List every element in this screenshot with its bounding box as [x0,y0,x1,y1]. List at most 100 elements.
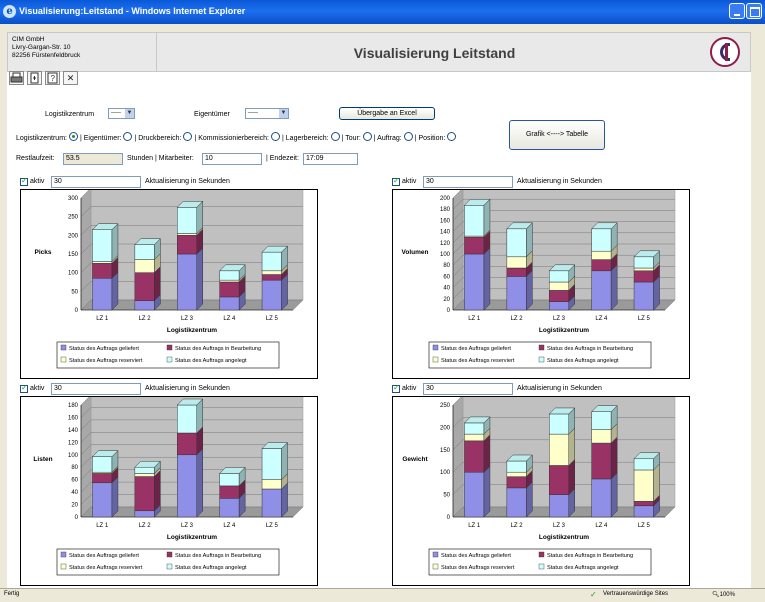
legend-label: Status des Auftrags geliefert [441,346,511,352]
bar-side-2 [154,469,161,512]
radio-button[interactable] [68,132,78,141]
y-tick-label: 150 [68,252,79,258]
security-zone: Vertrauenswürdige Sites [603,591,669,597]
bar-segment-3 [591,429,612,444]
bar-side-4 [111,223,119,263]
aktiv-checkbox[interactable] [392,176,400,186]
legend-label: Status des Auftrags in Bearbeitung [175,553,261,559]
radio-auftrag[interactable]: | Auftrag: [374,132,415,142]
x-tick-label: LZ 2 [139,316,152,322]
cim-logo [710,37,740,67]
printer-icon[interactable] [9,71,24,85]
bar-segment-4 [134,244,155,260]
radio-logistikzentrum[interactable]: Logistikzentrum: [16,132,80,142]
radio-button[interactable] [362,132,372,141]
y-tick-label: 120 [68,440,79,446]
maximize-button[interactable] [746,3,762,19]
radio-tour[interactable]: | Tour: [342,132,374,142]
bar-segment-1 [134,510,155,518]
bar-segment-1 [92,482,113,518]
y-tick-label: 60 [443,274,450,280]
endezeit-label: | Endezeit: [266,155,299,162]
bar-segment-3 [633,469,654,502]
radio-button[interactable] [271,132,281,141]
y-tick-label: 140 [440,230,451,236]
radio-eigentuemer[interactable]: | Eigentümer: [80,132,135,142]
bar-segment-4 [633,458,654,471]
company-city: 82256 Fürstenfeldbruck [12,52,81,59]
legend-swatch [432,551,439,558]
logistikzentrum-select[interactable]: ----- ▼ [108,108,135,119]
bar-segment-2 [219,485,240,499]
minimize-button[interactable] [729,3,745,19]
radio-position[interactable]: | Position: [415,132,459,142]
bar-side-2 [483,434,491,473]
radio-button[interactable] [183,132,193,141]
y-tick-label: 160 [440,218,451,224]
aktiv-checkbox[interactable] [20,176,28,186]
y-tick-label: 140 [68,428,79,434]
bar-segment-2 [591,442,612,480]
interval-input[interactable]: 30 [51,176,141,188]
x-tick-label: LZ 3 [553,316,566,322]
bar-segment-4 [134,466,155,474]
bar-segment-4 [92,229,113,262]
aktiv-checkbox[interactable] [392,383,400,393]
bar-side-3 [653,463,660,502]
bar-segment-4 [261,448,282,480]
aktiv-label: aktiv [402,385,417,392]
bar-side-1 [196,448,204,518]
y-tick-label: 80 [71,465,78,471]
aktiv-checkbox[interactable] [20,383,28,393]
bar-side-4 [483,198,491,237]
bar-side-1 [483,465,491,518]
bar-segment-2 [219,281,240,298]
radio-druckbereich[interactable]: | Druckbereich: [134,132,194,142]
radio-button[interactable] [330,132,340,141]
zoom-level[interactable]: 🔍︎100% [712,591,735,598]
radio-button[interactable] [447,132,457,141]
y-tick-label: 300 [68,196,79,202]
radio-button[interactable] [123,132,133,141]
x-tick-label: LZ 1 [96,523,109,529]
y-axis-label: Listen [33,456,52,463]
svg-text:?: ? [51,74,56,83]
toggle-chart-table-button[interactable]: Grafik <----> Tabelle [509,120,605,150]
bar-side-1 [610,472,618,518]
interval-input[interactable]: 30 [423,176,513,188]
bar-segment-1 [176,454,198,518]
bar-segment-1 [219,498,240,518]
interval-input[interactable]: 30 [51,383,141,395]
export-icon[interactable] [27,71,42,85]
radio-button[interactable] [403,132,413,141]
excel-export-button[interactable]: Übergabe an Excel [339,107,435,120]
logistikzentrum-value: ----- [111,110,121,116]
bar-segment-3 [261,270,282,275]
chart-listen: 0 20 40 60 80 100 120 140 160 180 Listen LZ 1 LZ 2 LZ… [20,396,318,586]
bar-segment-2 [134,272,155,301]
endezeit-field[interactable]: 17:09 [303,153,358,165]
radio-kommissionierbereich[interactable]: | Kommissionierbereich: [194,132,282,142]
x-tick-label: LZ 1 [96,316,109,322]
y-tick-label: 40 [443,286,450,292]
interval-label: Aktualisierung in Sekunden [145,385,230,392]
bar-segment-3 [591,250,612,260]
bar-side-1 [111,476,119,518]
chart-volumen: 0 20 40 60 80 100 120 140 160 180 200 Volumen LZ 1 LZ… [392,189,690,379]
radio-lagerbereich[interactable]: | Lagerbereich: [282,132,342,142]
help-icon[interactable]: ? [45,71,60,85]
interval-input[interactable]: 30 [423,383,513,395]
eigentuemer-label: Eigentümer [194,111,230,118]
close-icon[interactable]: ✕ [63,71,78,85]
mitarbeiter-field[interactable]: 10 [202,153,262,165]
y-tick-label: 0 [447,308,451,314]
legend-swatch [538,551,545,558]
company-street: Livry-Gargan-Str. 10 [12,44,71,51]
bar-segment-3 [92,261,113,264]
logistikzentrum-label: Logistikzentrum [45,111,95,118]
legend-swatch [166,344,173,351]
bar-segment-2 [92,473,113,484]
bar-segment-4 [464,422,485,435]
eigentuemer-select[interactable]: ----- ▼ [245,108,289,119]
bar-segment-2 [506,476,527,489]
